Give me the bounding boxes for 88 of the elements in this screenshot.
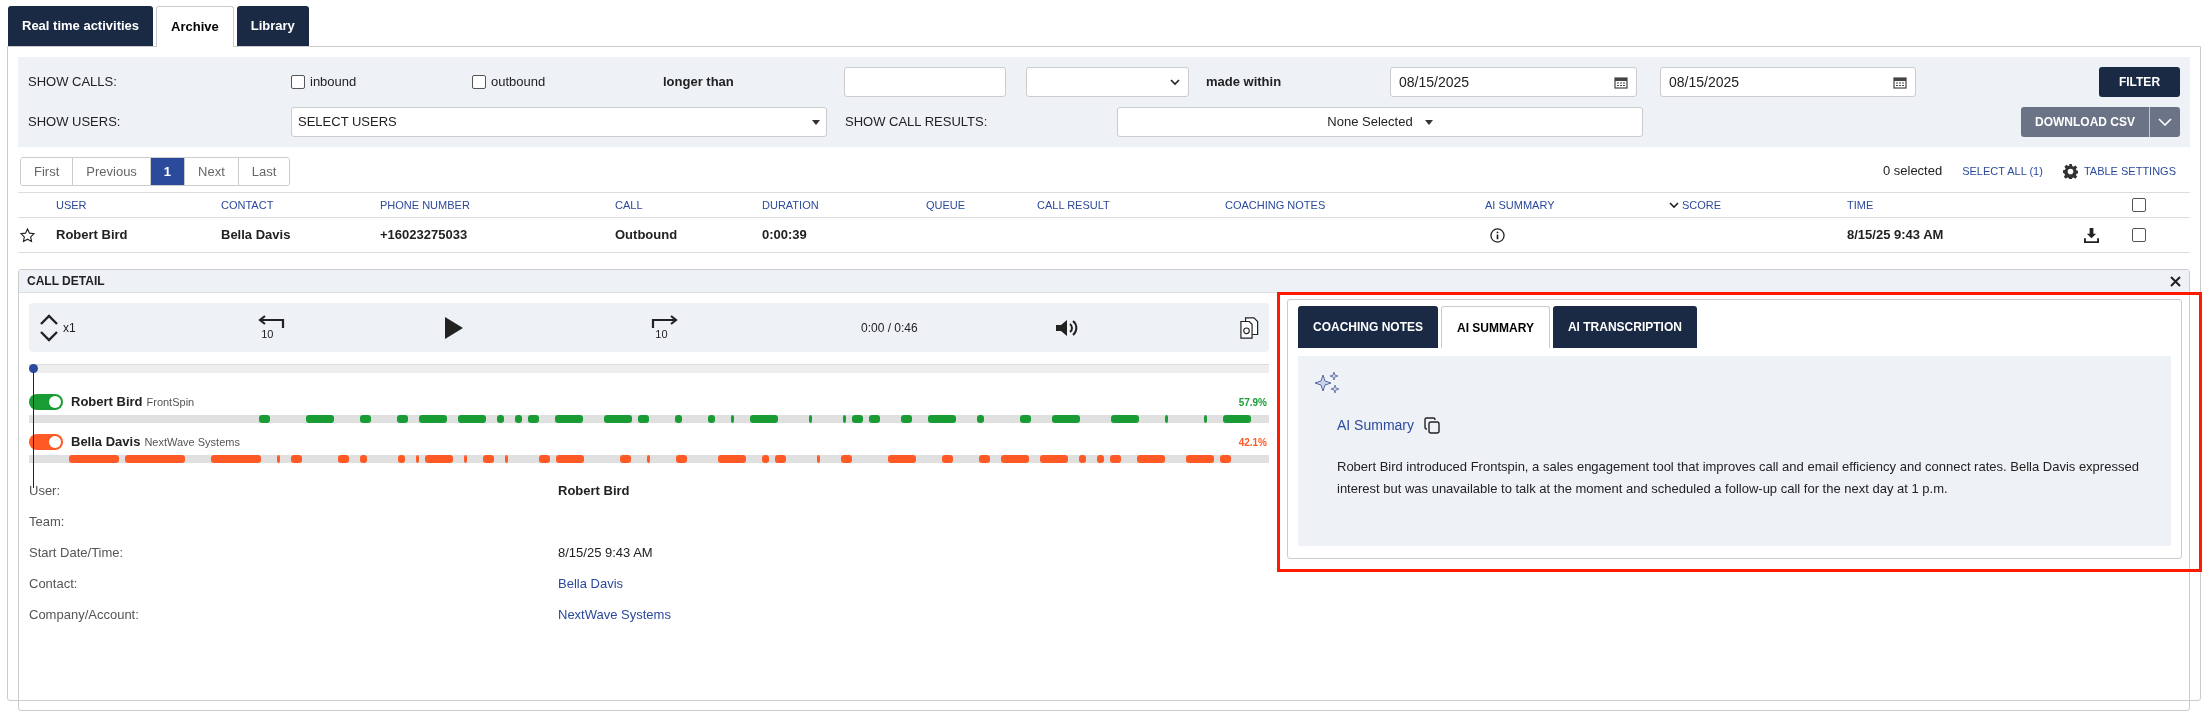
detail-label: User: [29,481,62,500]
column-header[interactable]: SCORE [1682,196,1722,214]
speaker-name: Bella Davis [71,433,141,452]
page-button[interactable]: Last [237,157,290,185]
info-icon[interactable] [1490,227,1505,243]
column-header[interactable]: TIME [1847,196,1874,214]
caret-down-icon [1424,119,1433,125]
detail-link[interactable]: NextWave Systems [558,604,671,625]
sort-chevron-icon[interactable] [1669,201,1679,209]
skip-forward-button[interactable]: 10 [651,315,861,340]
tab[interactable]: Library [236,6,309,46]
play-icon[interactable] [445,316,464,339]
tab[interactable]: COACHING NOTES [1298,306,1438,348]
summary-title: AI Summary [1337,416,1414,435]
detail-value: 8/15/25 9:43 AM [558,543,653,562]
column-header[interactable]: CALL [615,196,643,214]
progress-track[interactable] [29,364,1269,373]
column-header[interactable]: CONTACT [221,196,274,214]
filter-label: SHOW CALL RESULTS: [845,113,989,132]
column-header[interactable]: QUEUE [926,196,966,214]
column-header[interactable]: DURATION [762,196,819,214]
checkbox[interactable] [472,75,486,89]
filter-button[interactable]: FILTER [2099,67,2180,97]
tab[interactable]: Archive [156,6,234,47]
checkbox[interactable] [2132,228,2146,242]
filter-label: made within [1206,73,1283,92]
duration-field[interactable] [844,67,1006,97]
calendar-icon[interactable] [1893,75,1907,89]
tab[interactable]: AI SUMMARY [1441,306,1550,348]
copy-icon[interactable] [1424,417,1440,434]
column-header[interactable]: CALL RESULT [1037,196,1110,214]
calendar-icon[interactable] [1614,75,1628,89]
date-field[interactable]: 08/15/2025 [1390,67,1637,97]
column-header[interactable]: PHONE NUMBER [380,196,470,214]
table-cell: Robert Bird [56,227,128,243]
chevron-down-icon [1170,78,1180,86]
playback-time: 0:00 / 0:46 [861,319,919,337]
toggle-switch[interactable] [29,394,63,410]
volume-icon[interactable] [1054,317,1079,338]
table-cell: +16023275033 [380,227,468,243]
filter-label: SHOW CALLS: [28,73,118,92]
caret-down-icon [812,119,820,125]
speed-label[interactable]: x1 [63,318,76,337]
playhead-knob[interactable] [29,364,38,373]
summary-text: Robert Bird introduced Frontspin, a sales engagement tool that improves call and email efficiency and connect rates. Bella Davis expressed interest but was unavailable to talk at the moment and scheduled a follow-up call for the next day at 1 p.m. [1337,458,2140,498]
checkbox-label: outbound [491,73,546,92]
detail-label: Start Date/Time: [29,543,125,562]
download-icon[interactable] [2084,227,2099,243]
column-header[interactable]: COACHING NOTES [1225,196,1326,214]
page-button[interactable]: 1 [149,157,185,185]
chevron-down-icon [2158,118,2172,126]
table-cell: 0:00:39 [762,227,807,243]
checkbox-label: inbound [310,73,357,92]
select-all-link[interactable]: SELECT ALL (1) [1962,162,2043,180]
close-icon[interactable] [2170,275,2181,287]
talk-share: 57.9% [1238,395,1267,410]
tab[interactable]: Real time activities [8,6,154,46]
speaker-name: Robert Bird [71,393,143,412]
detail-link[interactable]: Bella Davis [558,573,624,594]
call-results-select[interactable]: None Selected [1117,107,1643,137]
star-icon[interactable] [20,227,35,243]
detail-label: Contact: [29,574,79,593]
filter-label: longer than [663,73,735,92]
column-header[interactable]: AI SUMMARY [1485,196,1555,214]
speaker-company: NextWave Systems [144,434,240,450]
tab[interactable]: AI TRANSCRIPTION [1552,306,1697,348]
users-select[interactable]: SELECT USERS [291,107,827,137]
filter-label: SHOW USERS: [28,113,122,132]
speaker-company: FrontSpin [146,394,195,410]
date-field[interactable]: 08/15/2025 [1660,67,1916,97]
panel-title: CALL DETAIL [27,273,105,290]
skip-back-button[interactable]: 10 [255,315,446,340]
column-header[interactable]: USER [56,196,87,214]
detail-label: Team: [29,512,66,531]
detail-label: Company/Account: [29,605,140,624]
detail-value: Robert Bird [558,481,630,500]
talk-share: 42.1% [1238,435,1267,450]
sparkles-icon [1313,371,1341,395]
toggle-switch[interactable] [29,434,63,450]
table-cell: 8/15/25 9:43 AM [1847,227,1944,243]
gear-icon [2062,163,2078,179]
checkbox[interactable] [2132,198,2146,212]
selected-count: 0 selected [1882,162,1943,181]
table-cell: Bella Davis [221,227,291,243]
table-settings-link[interactable]: TABLE SETTINGS [2062,162,2176,180]
table-cell: Outbound [615,227,678,243]
checkbox[interactable] [291,75,305,89]
document-icon[interactable] [1240,315,1259,340]
